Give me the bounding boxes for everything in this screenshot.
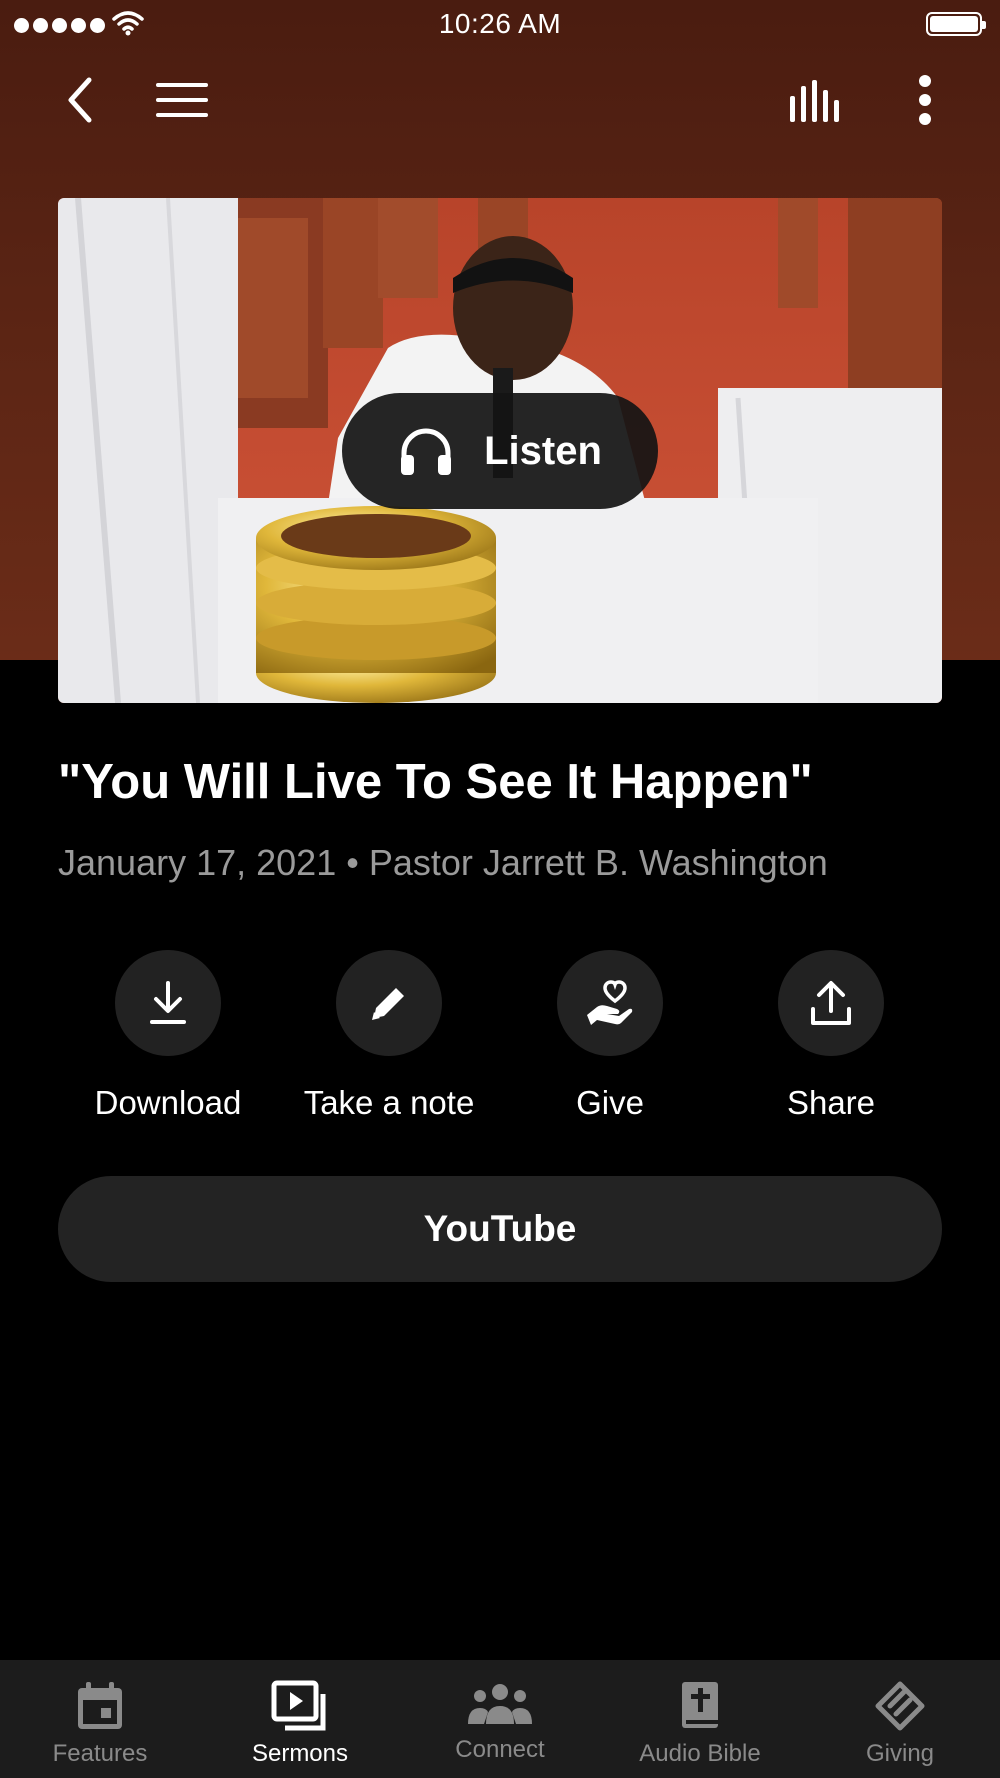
giving-icon (875, 1681, 925, 1731)
battery-icon (926, 12, 986, 36)
take-note-circle (336, 950, 442, 1056)
sermon-title: "You Will Live To See It Happen" (58, 755, 813, 809)
headphones-icon (401, 428, 452, 475)
youtube-button[interactable]: YouTube (58, 1176, 942, 1282)
download-label: Download (94, 1084, 242, 1121)
share-label: Share (786, 1084, 876, 1121)
give-circle (557, 950, 663, 1056)
more-vertical-icon (919, 75, 931, 125)
heart-hand-icon (587, 980, 633, 1025)
meta-separator: • (346, 842, 359, 883)
pencil-icon (372, 988, 404, 1020)
sermon-date: January 17, 2021 (58, 842, 337, 883)
download-icon (150, 981, 186, 1024)
download-circle (115, 950, 221, 1056)
tab-features-label: Features (52, 1740, 148, 1767)
share-button[interactable]: Share (721, 950, 941, 1122)
take-note-label: Take a note (303, 1084, 475, 1121)
sermon-speaker: Pastor Jarrett B. Washington (368, 842, 828, 883)
bible-icon (682, 1682, 718, 1728)
back-button[interactable] (50, 70, 110, 130)
sermon-artwork: Listen (58, 198, 942, 703)
give-label: Give (576, 1084, 644, 1121)
people-icon (468, 1684, 532, 1724)
tab-sermons[interactable]: Sermons (200, 1660, 400, 1778)
audio-bars-icon (790, 80, 839, 122)
give-button[interactable]: Give (500, 950, 720, 1122)
sermon-meta: January 17, 2021 • Pastor Jarrett B. Was… (58, 842, 958, 884)
share-circle (778, 950, 884, 1056)
back-icon (68, 77, 92, 123)
calendar-icon (78, 1682, 122, 1729)
video-library-icon (271, 1680, 326, 1731)
tab-giving-label: Giving (865, 1740, 935, 1767)
tab-giving[interactable]: Giving (800, 1660, 1000, 1778)
menu-icon (156, 83, 208, 117)
download-button[interactable]: Download (58, 950, 278, 1122)
listen-label: Listen (484, 428, 602, 473)
tab-features[interactable]: Features (0, 1660, 200, 1778)
status-bar: 10:26 AM (0, 0, 1000, 50)
status-time: 10:26 AM (438, 8, 562, 39)
tab-bar: Features Sermons Connect Audio Bible Giv… (0, 1660, 1000, 1778)
share-icon (811, 981, 851, 1025)
tab-sermons-label: Sermons (251, 1740, 349, 1767)
audio-player-button[interactable] (782, 70, 852, 130)
more-options-button[interactable] (900, 70, 950, 130)
tab-audio-bible[interactable]: Audio Bible (600, 1660, 800, 1778)
tab-connect[interactable]: Connect (400, 1660, 600, 1778)
menu-button[interactable] (150, 70, 214, 130)
listen-button[interactable]: Listen (342, 393, 658, 509)
take-note-button[interactable]: Take a note (279, 950, 499, 1122)
tab-connect-label: Connect (455, 1736, 545, 1763)
sermon-actions: Download Take a note Give Share (0, 950, 1000, 1130)
tab-audio-bible-label: Audio Bible (639, 1740, 761, 1767)
